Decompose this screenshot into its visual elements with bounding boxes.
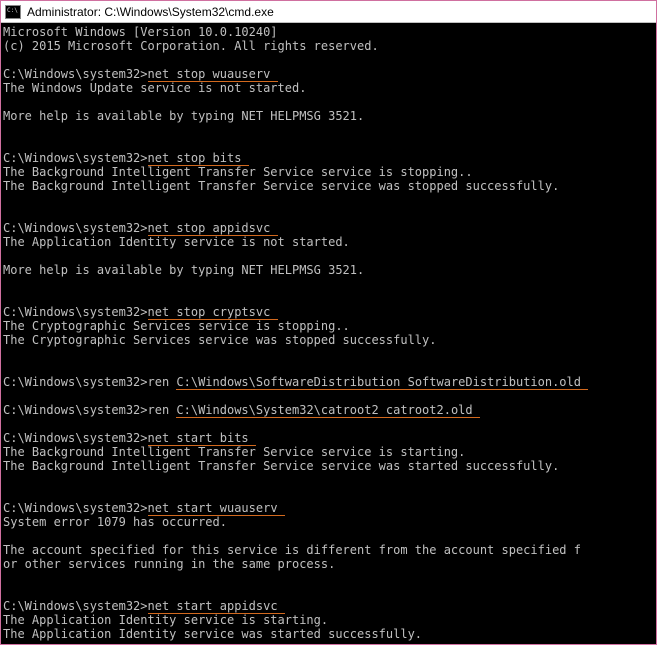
command-text: net stop bits [148, 151, 249, 166]
output-line: The Application Identity service is not … [3, 235, 654, 249]
prompt: C:\Windows\system32> [3, 305, 148, 319]
output-line: More help is available by typing NET HEL… [3, 109, 654, 123]
command-text: net stop cryptsvc [148, 305, 278, 320]
cmd-icon [5, 5, 21, 19]
output-line: or other services running in the same pr… [3, 557, 654, 571]
command-text: net stop wuauserv [148, 67, 278, 82]
output-line [3, 95, 654, 109]
output-line: The Background Intelligent Transfer Serv… [3, 445, 654, 459]
command-text: net start appidsvc [148, 599, 285, 614]
command-line: C:\Windows\system32>ren C:\Windows\Softw… [3, 375, 654, 389]
command-text: C:\Windows\SoftwareDistribution Software… [176, 375, 588, 390]
output-line: The Background Intelligent Transfer Serv… [3, 179, 654, 193]
command-line: C:\Windows\system32>net stop appidsvc [3, 221, 654, 235]
prompt: C:\Windows\system32> [3, 151, 148, 165]
output-line: The Application Identity service was sta… [3, 627, 654, 641]
prompt: C:\Windows\system32> [3, 599, 148, 613]
output-line: The account specified for this service i… [3, 543, 654, 557]
prompt: C:\Windows\system32> [3, 221, 148, 235]
command-prefix: ren [148, 375, 177, 389]
prompt: C:\Windows\system32> [3, 403, 148, 417]
prompt: C:\Windows\system32> [3, 431, 148, 445]
command-line: C:\Windows\system32>net start wuauserv [3, 501, 654, 515]
command-text: net start wuauserv [148, 501, 285, 516]
command-text: net start bits [148, 431, 256, 446]
prompt: C:\Windows\system32> [3, 501, 148, 515]
output-line: The Cryptographic Services service was s… [3, 333, 654, 347]
prompt: C:\Windows\system32> [3, 375, 148, 389]
output-line: The Background Intelligent Transfer Serv… [3, 165, 654, 179]
output-line [3, 249, 654, 263]
output-line: System error 1079 has occurred. [3, 515, 654, 529]
output-line: The Cryptographic Services service is st… [3, 319, 654, 333]
window-titlebar[interactable]: Administrator: C:\Windows\System32\cmd.e… [1, 1, 656, 23]
command-line: C:\Windows\system32>net start bits [3, 431, 654, 445]
command-line: C:\Windows\system32>net stop bits [3, 151, 654, 165]
terminal-area[interactable]: Microsoft Windows [Version 10.0.10240](c… [1, 23, 656, 644]
window-title: Administrator: C:\Windows\System32\cmd.e… [27, 5, 274, 19]
command-line: C:\Windows\system32>net start appidsvc [3, 599, 654, 613]
command-line: C:\Windows\system32>net stop cryptsvc [3, 305, 654, 319]
command-text: net stop appidsvc [148, 221, 278, 236]
terminal-copyright: (c) 2015 Microsoft Corporation. All righ… [3, 39, 654, 53]
output-line: The Application Identity service is star… [3, 613, 654, 627]
command-prefix: ren [148, 403, 177, 417]
output-line [3, 529, 654, 543]
output-line: More help is available by typing NET HEL… [3, 263, 654, 277]
command-text: C:\Windows\System32\catroot2 catroot2.ol… [176, 403, 479, 418]
prompt: C:\Windows\system32> [3, 67, 148, 81]
output-line: The Windows Update service is not starte… [3, 81, 654, 95]
command-line: C:\Windows\system32>net stop wuauserv [3, 67, 654, 81]
command-line: C:\Windows\system32>ren C:\Windows\Syste… [3, 403, 654, 417]
output-line: The Background Intelligent Transfer Serv… [3, 459, 654, 473]
terminal-header: Microsoft Windows [Version 10.0.10240] [3, 25, 654, 39]
